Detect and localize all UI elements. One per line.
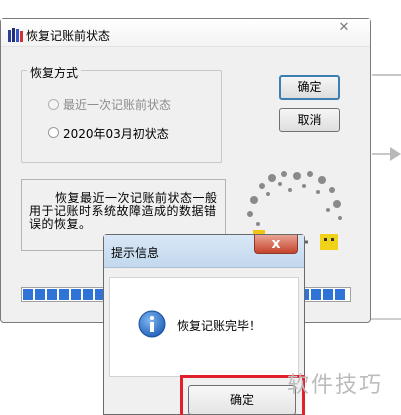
- message-dialog-title: 提示信息: [111, 246, 160, 260]
- progress-block: [23, 289, 33, 300]
- progress-block: [71, 289, 81, 300]
- description-text: 恢复最近一次记账前状态一般用于记账时系统故障造成的数据错误的恢复。: [29, 191, 218, 231]
- restore-dialog-title: 恢复记账前状态: [26, 29, 111, 43]
- cancel-button[interactable]: 取消: [279, 108, 340, 132]
- restore-mode-group: [21, 70, 222, 163]
- option-recent-label[interactable]: 最近一次记账前状态: [63, 96, 171, 113]
- restore-mode-group-label: 恢复方式: [27, 64, 82, 81]
- background-arrow-icon: [390, 147, 401, 161]
- info-icon: [138, 310, 166, 338]
- message-text: 恢复记账完毕！: [177, 319, 262, 333]
- progress-block: [335, 289, 345, 300]
- close-button[interactable]: ✕: [324, 19, 364, 37]
- option-month-start-label[interactable]: 2020年03月初状态: [63, 125, 169, 142]
- progress-block: [59, 289, 69, 300]
- option-month-start-radio[interactable]: [48, 127, 59, 138]
- progress-block: [323, 289, 333, 300]
- message-close-button[interactable]: x: [254, 235, 298, 254]
- progress-block: [47, 289, 57, 300]
- app-books-icon: [8, 28, 23, 42]
- background-line: [372, 74, 401, 76]
- option-recent-radio[interactable]: [48, 99, 59, 110]
- progress-block: [311, 289, 321, 300]
- restore-dialog-titlebar[interactable]: 恢复记账前状态 ✕: [1, 19, 370, 47]
- ok-button[interactable]: 确定: [279, 75, 340, 100]
- watermark-text: 软件技巧: [287, 373, 384, 398]
- progress-block: [83, 289, 93, 300]
- message-dialog-titlebar[interactable]: 提示信息 x: [104, 235, 304, 268]
- progress-block: [35, 289, 45, 300]
